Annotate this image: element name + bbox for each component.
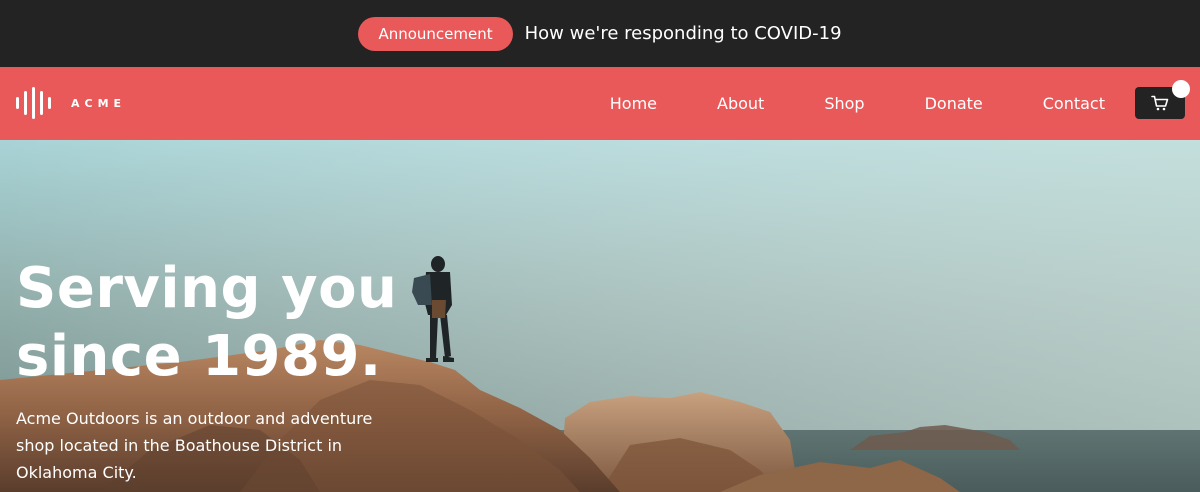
cart-icon — [1151, 95, 1169, 111]
hero-section: Serving you since 1989. Acme Outdoors is… — [0, 140, 1200, 492]
nav-about[interactable]: About — [717, 94, 764, 113]
nav-donate[interactable]: Donate — [925, 94, 983, 113]
brand-name: ACME — [71, 96, 127, 110]
announcement-badge[interactable]: Announcement — [358, 16, 513, 51]
logo-bars-icon — [16, 87, 51, 119]
announcement-bar: Announcement How we're responding to COV… — [0, 0, 1200, 67]
hero-description: Acme Outdoors is an outdoor and adventur… — [16, 409, 373, 482]
acme-logo[interactable]: ACME — [16, 87, 126, 119]
cart-count-badge — [1172, 80, 1190, 98]
nav-shop[interactable]: Shop — [824, 94, 864, 113]
nav-contact[interactable]: Contact — [1043, 94, 1105, 113]
hero-title-line1: Serving you — [16, 256, 398, 321]
main-nav: Home About Shop Donate Contact — [550, 67, 1105, 140]
hero-content: Serving you since 1989. Acme Outdoors is… — [16, 255, 436, 486]
hero-title: Serving you since 1989. — [16, 255, 436, 391]
covid-response-link[interactable]: How we're responding to COVID-19 — [525, 23, 842, 44]
nav-home[interactable]: Home — [610, 94, 657, 113]
site-header: ACME Home About Shop Donate Contact — [0, 67, 1200, 140]
hero-title-line2: since 1989. — [16, 324, 382, 389]
